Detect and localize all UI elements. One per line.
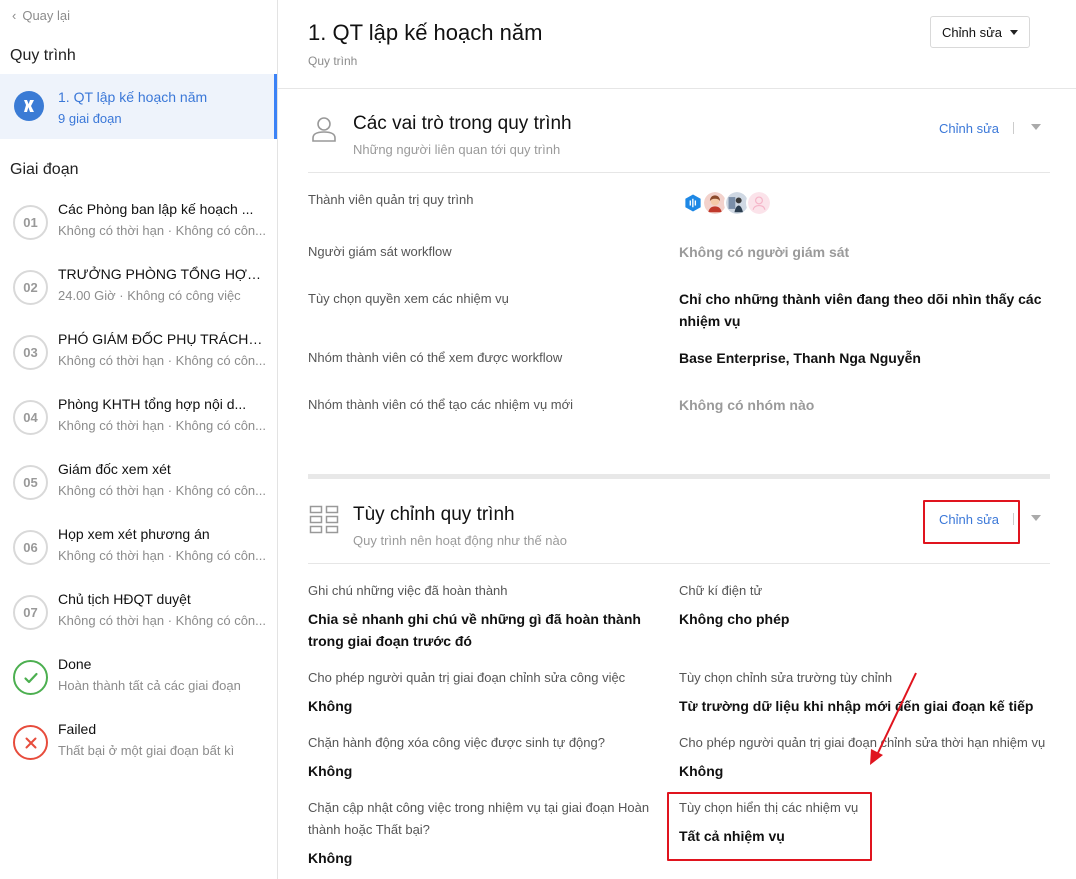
setting-value: Từ trường dữ liệu khi nhập mới đến giai … [679, 698, 1034, 714]
stage-item-03[interactable]: 03 PHÓ GIÁM ĐỐC PHỤ TRÁCH ... Không có t… [0, 331, 277, 391]
back-link[interactable]: ‹ Quay lại [12, 8, 70, 23]
stage-title: Phòng KHTH tổng hợp nội d... [58, 396, 247, 412]
role-label: Nhóm thành viên có thể tạo các nhiệm vụ … [308, 397, 574, 412]
stage-title: TRƯỞNG PHÒNG TỔNG HỢP... [58, 266, 263, 282]
custom-section-title: Tùy chỉnh quy trình [353, 504, 515, 525]
role-value: Base Enterprise, Thanh Nga Nguyễn [679, 350, 921, 366]
stage-subtitle: Không có thời hạn · Không có côn... [58, 353, 266, 368]
annotation-arrow-icon [870, 672, 917, 765]
user-icon [312, 117, 336, 142]
chevron-left-icon: ‹ [12, 8, 17, 23]
process-icon [14, 91, 44, 121]
cross-icon [13, 725, 48, 760]
setting-value: Chia sẻ nhanh ghi chú về những gì đã hoà… [308, 611, 641, 649]
stage-title: Failed [58, 721, 97, 737]
stage-subtitle: Thất bại ở một giai đoạn bất kì [58, 743, 235, 758]
page-title: 1. QT lập kế hoạch năm [308, 20, 543, 45]
stage-number: 02 [13, 270, 48, 305]
divider [308, 563, 1050, 564]
stage-number: 07 [13, 595, 48, 630]
stage-item-01[interactable]: 01 Các Phòng ban lập kế hoạch ... Không … [0, 201, 277, 261]
setting-label: Cho phép người quản trị giai đoạn chỉnh … [308, 670, 626, 685]
stage-title: Done [58, 656, 92, 672]
main-content: 1. QT lập kế hoạch năm Quy trình Chỉnh s… [278, 0, 1076, 879]
role-label: Thành viên quản trị quy trình [308, 192, 474, 207]
process-title: 1. QT lập kế hoạch năm [58, 89, 208, 105]
stage-number: 01 [13, 205, 48, 240]
section-divider [308, 474, 1050, 479]
stage-item-failed[interactable]: Failed Thất bại ở một giai đoạn bất kì [0, 721, 277, 781]
role-value: Chỉ cho những thành viên đang theo dõi n… [679, 291, 1042, 329]
setting-value: Không [308, 763, 353, 779]
role-label: Tùy chọn quyền xem các nhiệm vụ [308, 291, 509, 306]
caret-down-icon [1010, 29, 1018, 35]
stage-title: Giám đốc xem xét [58, 461, 171, 477]
roles-section-subtitle: Những người liên quan tới quy trình [353, 142, 561, 157]
divider [308, 172, 1050, 173]
process-subtitle: 9 giai đoạn [58, 111, 122, 126]
collapse-caret-icon[interactable] [1031, 515, 1041, 521]
stage-title: Chủ tịch HĐQT duyệt [58, 591, 191, 607]
setting-value: Không [308, 850, 353, 866]
stage-item-done[interactable]: Done Hoàn thành tất cả các giai đoạn [0, 656, 277, 716]
role-label: Nhóm thành viên có thể xem được workflow [308, 350, 563, 365]
sidebar-process-item[interactable]: 1. QT lập kế hoạch năm 9 giai đoạn [0, 74, 277, 139]
setting-value: Không cho phép [679, 611, 790, 627]
stage-number: 04 [13, 400, 48, 435]
stage-title: Họp xem xét phương án [58, 526, 210, 542]
stage-number: 05 [13, 465, 48, 500]
stage-subtitle: Không có thời hạn · Không có côn... [58, 418, 266, 433]
setting-label: Ghi chú những việc đã hoàn thành [308, 583, 508, 598]
setting-value: Không [308, 698, 353, 714]
custom-section-subtitle: Quy trình nên hoạt động như thế nào [353, 533, 567, 548]
process-heading: Quy trình [10, 47, 76, 64]
stage-subtitle: Không có thời hạn · Không có côn... [58, 613, 266, 628]
role-label: Người giám sát workflow [308, 244, 452, 259]
stage-subtitle: Hoàn thành tất cả các giai đoạn [58, 678, 241, 693]
annotation-highlight-box [667, 792, 872, 861]
stage-subtitle: Không có thời hạn · Không có côn... [58, 223, 266, 238]
app-root: ‹ Quay lại Quy trình 1. QT lập kế hoạch … [0, 0, 1076, 879]
stage-item-07[interactable]: 07 Chủ tịch HĐQT duyệt Không có thời hạn… [0, 591, 277, 651]
sidebar: ‹ Quay lại Quy trình 1. QT lập kế hoạch … [0, 0, 278, 879]
stage-item-02[interactable]: 02 TRƯỞNG PHÒNG TỔNG HỢP... 24.00 Giờ · … [0, 266, 277, 326]
checkmark-icon [13, 660, 48, 695]
role-value: Không có nhóm nào [679, 397, 815, 413]
divider [278, 88, 1076, 89]
collapse-caret-icon[interactable] [1031, 124, 1041, 130]
edit-dropdown-label: Chỉnh sửa [941, 24, 1002, 40]
stage-item-04[interactable]: 04 Phòng KHTH tổng hợp nội d... Không có… [0, 396, 277, 456]
grid-icon [309, 505, 339, 534]
stage-item-06[interactable]: 06 Họp xem xét phương án Không có thời h… [0, 526, 277, 586]
role-value: Không có người giám sát [679, 244, 850, 260]
stage-item-05[interactable]: 05 Giám đốc xem xét Không có thời hạn · … [0, 461, 277, 521]
setting-label: Chặn hành động xóa công việc được sinh t… [308, 735, 605, 750]
admin-avatars [680, 190, 772, 216]
separator [1013, 122, 1014, 134]
stage-number: 06 [13, 530, 48, 565]
stage-subtitle: Không có thời hạn · Không có côn... [58, 548, 266, 563]
roles-edit-button[interactable]: Chỉnh sửa [939, 121, 999, 136]
page-subtitle: Quy trình [308, 54, 358, 68]
setting-value: Không [679, 763, 724, 779]
stage-number: 03 [13, 335, 48, 370]
back-label: Quay lại [22, 8, 71, 23]
stage-subtitle: Không có thời hạn · Không có côn... [58, 483, 266, 498]
avatar[interactable] [746, 190, 772, 216]
annotation-highlight-box [923, 500, 1020, 544]
edit-dropdown-button[interactable]: Chỉnh sửa [930, 16, 1030, 48]
stage-subtitle: 24.00 Giờ · Không có công việc [58, 288, 241, 303]
setting-label: Chữ kí điện tử [679, 583, 763, 598]
stage-title: PHÓ GIÁM ĐỐC PHỤ TRÁCH ... [58, 331, 263, 347]
stage-title: Các Phòng ban lập kế hoạch ... [58, 201, 254, 217]
setting-label: Chặn cập nhật công việc trong nhiệm vụ t… [308, 800, 650, 837]
roles-section-title: Các vai trò trong quy trình [353, 113, 572, 134]
stages-heading: Giai đoạn [10, 161, 79, 178]
